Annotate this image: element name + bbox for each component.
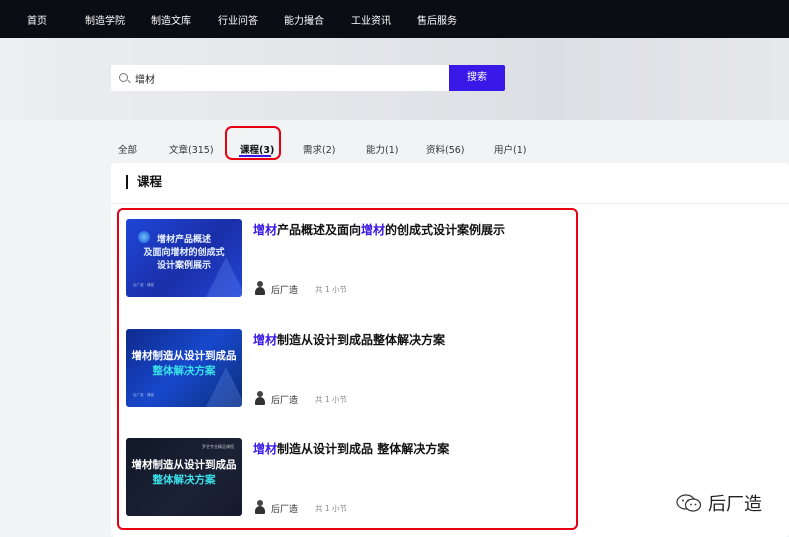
watermark-text: 后厂造 xyxy=(708,494,762,515)
highlight-box-list xyxy=(117,208,578,530)
search-icon xyxy=(119,73,128,82)
tab-users[interactable]: 用户(1) xyxy=(494,142,526,156)
tab-articles[interactable]: 文章(315) xyxy=(169,142,214,156)
divider xyxy=(111,203,789,204)
top-nav: 首页 制造学院 制造文库 行业问答 能力撮合 工业资讯 售后服务 xyxy=(0,0,789,38)
nav-item-service[interactable]: 售后服务 xyxy=(417,12,457,27)
search-input[interactable] xyxy=(135,69,435,87)
nav-item-matching[interactable]: 能力撮合 xyxy=(284,12,324,27)
section-title: 课程 xyxy=(126,175,162,189)
highlight-box-tab xyxy=(225,126,281,160)
nav-item-news[interactable]: 工业资讯 xyxy=(351,12,391,27)
nav-item-home[interactable]: 首页 xyxy=(27,12,47,27)
tab-materials[interactable]: 资料(56) xyxy=(426,142,465,156)
tab-all[interactable]: 全部 xyxy=(118,142,137,156)
wechat-icon xyxy=(676,494,702,512)
nav-item-qa[interactable]: 行业问答 xyxy=(218,12,258,27)
nav-item-library[interactable]: 制造文库 xyxy=(151,12,191,27)
tab-capabilities[interactable]: 能力(1) xyxy=(366,142,398,156)
tab-demands[interactable]: 需求(2) xyxy=(303,142,335,156)
search-button[interactable]: 搜索 xyxy=(449,65,505,91)
search-box[interactable] xyxy=(111,65,450,91)
nav-item-academy[interactable]: 制造学院 xyxy=(85,12,125,27)
